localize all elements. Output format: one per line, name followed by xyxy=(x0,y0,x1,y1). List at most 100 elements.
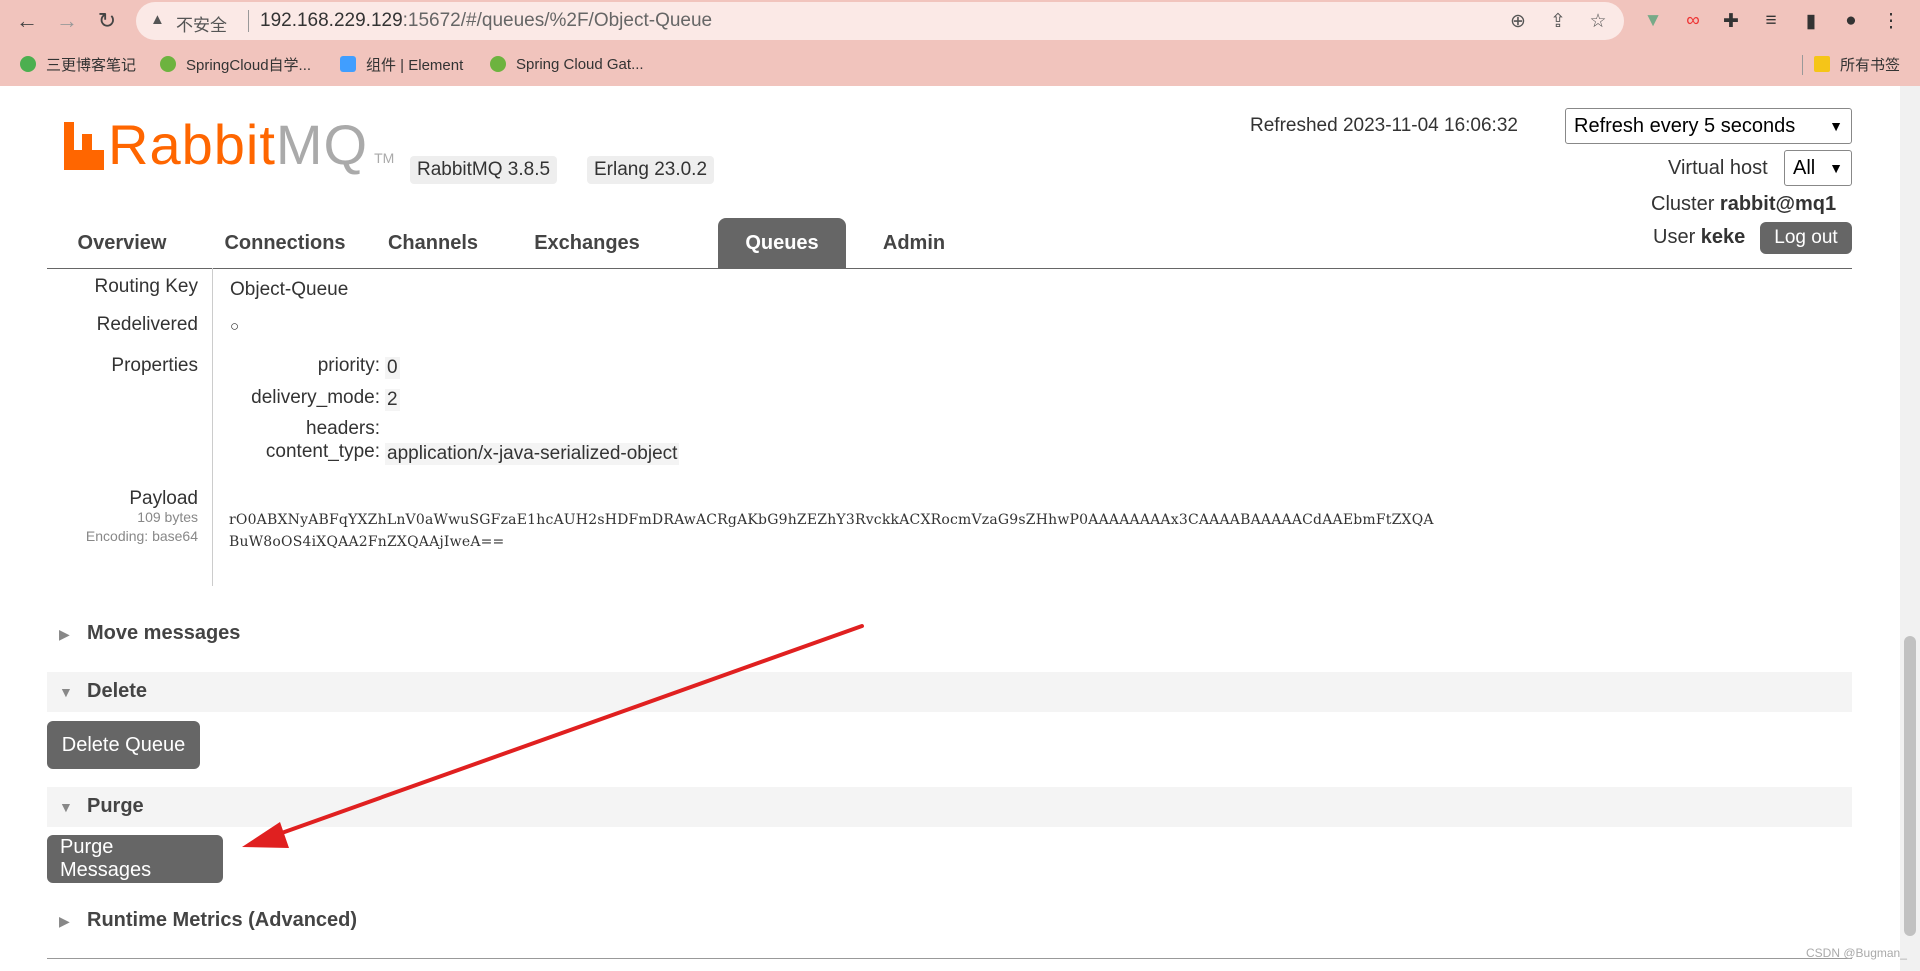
all-bookmarks[interactable]: 所有书签 xyxy=(1814,53,1900,75)
main-nav-tabs: Overview Connections Channels Exchanges … xyxy=(47,218,1852,269)
page-scrollbar[interactable] xyxy=(1900,86,1920,971)
vue-devtools-icon[interactable]: ▼ xyxy=(1640,8,1666,34)
purge-section[interactable]: ▼ Purge xyxy=(47,787,1852,827)
runtime-metrics-section[interactable]: ▶ Runtime Metrics (Advanced) xyxy=(47,901,1852,941)
bookmark-label: 三更博客笔记 xyxy=(46,56,137,74)
payload-line: BuW8oOS4iXQAA2FnZXQAAjIweA== xyxy=(229,534,505,550)
url-text[interactable]: 192.168.229.129:15672/#/queues/%2F/Objec… xyxy=(260,10,712,32)
property-key: priority: xyxy=(317,355,380,376)
extensions-puzzle-icon[interactable]: ✚ xyxy=(1718,8,1744,34)
delete-section[interactable]: ▼ Delete xyxy=(47,672,1852,712)
properties-label: Properties xyxy=(111,355,198,376)
payload-label: Payload xyxy=(129,488,198,509)
message-details-divider xyxy=(212,268,213,586)
chevron-down-icon: ▼ xyxy=(1829,118,1843,134)
back-arrow-icon[interactable]: ← xyxy=(14,8,40,34)
bookmarks-divider xyxy=(1802,55,1803,75)
zoom-icon[interactable]: ⊕ xyxy=(1506,9,1530,33)
logo-trademark: TM xyxy=(374,150,395,166)
reload-icon[interactable]: ↻ xyxy=(94,8,120,34)
browser-toolbar: ← → ↻ ▲ 不安全 192.168.229.129:15672/#/queu… xyxy=(0,0,1920,42)
scrollbar-thumb[interactable] xyxy=(1904,636,1916,936)
caret-down-icon: ▼ xyxy=(59,684,73,700)
tab-admin[interactable]: Admin xyxy=(854,218,974,268)
bookmark-favicon-icon xyxy=(340,56,356,72)
profile-avatar-icon[interactable]: ● xyxy=(1838,8,1864,34)
delete-queue-button[interactable]: Delete Queue xyxy=(47,721,200,769)
payload-size: 109 bytes xyxy=(137,509,198,525)
security-label: 不安全 xyxy=(176,16,227,35)
bookmark-item[interactable]: SpringCloud自学... xyxy=(160,53,311,75)
logo-mq: MQ xyxy=(275,113,369,176)
warning-icon: ▲ xyxy=(150,11,165,28)
virtual-host-label: Virtual host xyxy=(1668,157,1768,179)
virtual-host-value: All xyxy=(1793,156,1816,179)
bookmark-item[interactable]: 三更博客笔记 xyxy=(20,53,136,75)
refreshed-timestamp: Refreshed 2023-11-04 16:06:32 xyxy=(1250,115,1518,136)
bookmark-item[interactable]: Spring Cloud Gat... xyxy=(490,53,644,75)
redelivered-label: Redelivered xyxy=(96,314,198,335)
caret-right-icon: ▶ xyxy=(59,913,70,929)
routing-key-label: Routing Key xyxy=(94,276,198,297)
bookmark-favicon-icon xyxy=(160,56,176,72)
chevron-down-icon: ▼ xyxy=(1829,160,1843,176)
tab-connections[interactable]: Connections xyxy=(205,218,365,268)
browser-menu-icon[interactable]: ⋮ xyxy=(1878,8,1904,34)
share-icon[interactable]: ⇪ xyxy=(1546,9,1570,33)
property-value: application/x-java-serialized-object xyxy=(385,443,680,465)
rabbitmq-logo[interactable]: RabbitMQ TM xyxy=(64,117,395,173)
runtime-metrics-title: Runtime Metrics (Advanced) xyxy=(87,909,358,931)
all-bookmarks-label: 所有书签 xyxy=(1840,56,1901,74)
tab-channels[interactable]: Channels xyxy=(363,218,503,268)
property-value: 2 xyxy=(385,389,400,411)
side-panel-icon[interactable]: ▮ xyxy=(1798,8,1824,34)
forward-arrow-icon[interactable]: → xyxy=(54,8,80,34)
logo-text: RabbitMQ xyxy=(108,117,368,173)
bookmark-label: 组件 | Element xyxy=(366,56,464,74)
browser-chrome: ← → ↻ ▲ 不安全 192.168.229.129:15672/#/queu… xyxy=(0,0,1920,86)
move-messages-title: Move messages xyxy=(87,622,241,644)
caret-right-icon: ▶ xyxy=(59,626,70,642)
payload-line: rO0ABXNyABFqYXZhLnV0aWwuSGFzaE1hcAUH2sHD… xyxy=(229,512,1434,528)
move-messages-section[interactable]: ▶ Move messages xyxy=(47,614,1852,654)
bookmarks-bar: 三更博客笔记 SpringCloud自学... 组件 | Element Spr… xyxy=(0,47,1920,81)
bookmark-favicon-icon xyxy=(490,56,506,72)
rabbitmq-version-badge: RabbitMQ 3.8.5 xyxy=(410,156,558,184)
caret-down-icon: ▼ xyxy=(59,799,73,815)
tab-queues[interactable]: Queues xyxy=(718,218,846,268)
watermark: CSDN @Bugman_ xyxy=(1806,946,1907,960)
url-host: 192.168.229.129 xyxy=(260,10,403,31)
cluster-label: Cluster xyxy=(1651,193,1715,215)
payload-content: rO0ABXNyABFqYXZhLnV0aWwuSGFzaE1hcAUH2sHD… xyxy=(229,509,1434,553)
extension-infinity-icon[interactable]: ∞ xyxy=(1680,8,1706,34)
tab-exchanges[interactable]: Exchanges xyxy=(507,218,667,268)
property-value: 0 xyxy=(385,357,400,379)
logo-rabbit: Rabbit xyxy=(108,113,276,176)
erlang-version-badge: Erlang 23.0.2 xyxy=(587,156,715,184)
folder-icon xyxy=(1814,56,1830,72)
rabbit-logo-icon xyxy=(64,122,104,170)
cluster-name: rabbit@mq1 xyxy=(1719,193,1837,215)
property-key: content_type: xyxy=(265,441,380,462)
refresh-interval-value: Refresh every 5 seconds xyxy=(1574,114,1796,137)
redelivered-indicator: ○ xyxy=(230,318,240,335)
cluster-info: Cluster rabbit@mq1 xyxy=(1651,193,1836,216)
virtual-host-select[interactable]: All ▼ xyxy=(1784,150,1852,186)
property-key: headers: xyxy=(306,418,380,439)
bookmark-favicon-icon xyxy=(20,56,36,72)
purge-title: Purge xyxy=(87,795,144,817)
media-queue-icon[interactable]: ≡ xyxy=(1758,8,1784,34)
refresh-interval-select[interactable]: Refresh every 5 seconds ▼ xyxy=(1565,108,1852,144)
address-divider xyxy=(248,10,249,32)
page-bottom-divider xyxy=(47,958,1852,959)
payload-encoding: Encoding: base64 xyxy=(85,528,198,544)
bookmark-item[interactable]: 组件 | Element xyxy=(340,53,463,75)
bookmark-label: SpringCloud自学... xyxy=(186,56,312,74)
tab-overview[interactable]: Overview xyxy=(47,218,197,268)
delete-title: Delete xyxy=(87,680,148,702)
url-path: :15672/#/queues/%2F/Object-Queue xyxy=(402,10,713,31)
bookmark-label: Spring Cloud Gat... xyxy=(516,55,644,73)
address-bar[interactable]: ▲ 不安全 192.168.229.129:15672/#/queues/%2F… xyxy=(136,2,1624,40)
purge-messages-button[interactable]: Purge Messages xyxy=(47,835,223,883)
bookmark-star-icon[interactable]: ☆ xyxy=(1586,9,1610,33)
